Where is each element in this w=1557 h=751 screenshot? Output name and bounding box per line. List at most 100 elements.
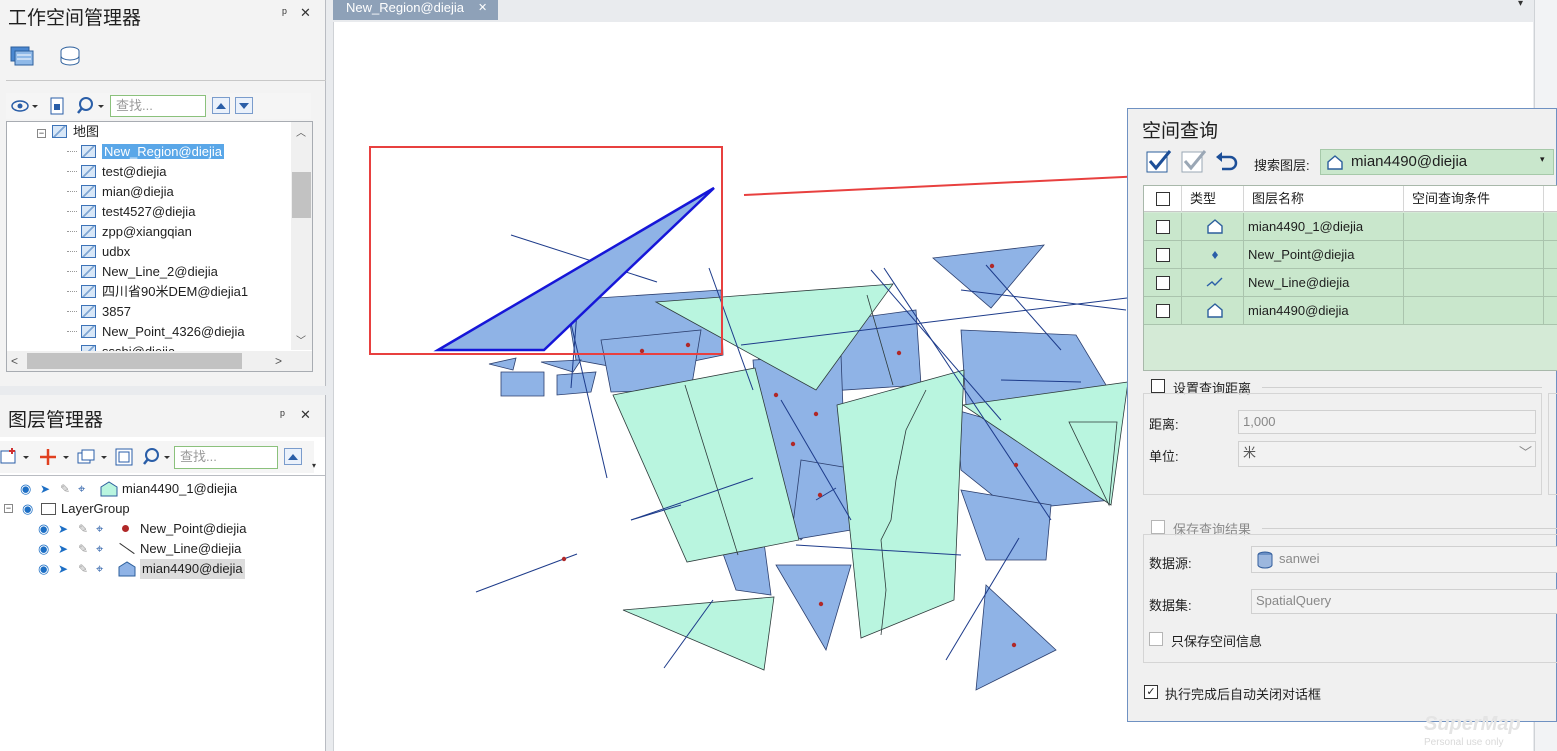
tree-vertical-scrollbar[interactable]: ︿ ﹀ — [291, 122, 312, 350]
collapse-icon[interactable]: − — [37, 129, 46, 138]
tab-new-region[interactable]: New_Region@diejia ✕ — [333, 0, 498, 20]
undo-icon[interactable] — [1214, 149, 1240, 173]
dataset-input[interactable]: SpatialQuery — [1251, 589, 1557, 614]
header-type[interactable]: 类型 — [1182, 186, 1244, 212]
scroll-left-icon[interactable]: < — [11, 354, 18, 368]
scroll-down-icon[interactable]: ﹀ — [296, 332, 306, 347]
grid-row[interactable]: New_Line@diejia — [1144, 269, 1557, 297]
row-checkbox[interactable] — [1156, 276, 1170, 290]
workspace-search-input[interactable]: 查找... — [110, 95, 206, 117]
tree-item[interactable]: 3857 — [67, 302, 131, 322]
unit-select[interactable]: 米 ﹀ — [1238, 441, 1536, 467]
grid-row[interactable]: New_Point@diejia — [1144, 241, 1557, 269]
selectable-cursor-icon[interactable]: ➤ — [58, 559, 68, 579]
tree-item[interactable]: udbx — [67, 242, 130, 262]
layer-row[interactable]: ◉ ➤ ✎ ⌖ New_Line@diejia — [0, 539, 325, 559]
tree-item[interactable]: mian@diejia — [67, 182, 174, 202]
distance-checkbox[interactable] — [1151, 379, 1165, 393]
row-condition[interactable] — [1404, 213, 1544, 241]
search-up-icon[interactable] — [284, 448, 302, 465]
search-up-icon[interactable] — [212, 97, 230, 114]
open-workspace-icon[interactable] — [46, 95, 68, 117]
search-down-icon[interactable] — [235, 97, 253, 114]
watermark-sub: Personal use only — [1424, 737, 1504, 748]
spatial-only-checkbox[interactable] — [1149, 632, 1163, 646]
pin-icon[interactable]: ᵖ — [282, 5, 287, 20]
close-icon[interactable]: ✕ — [300, 407, 311, 423]
distance-input[interactable]: 1,000 — [1238, 410, 1536, 434]
overflow-icon[interactable]: ▾ — [310, 461, 318, 470]
tree-item[interactable]: New_Region@diejia — [67, 142, 224, 162]
invert-select-icon[interactable] — [1181, 149, 1207, 173]
grid-layer-icon[interactable] — [114, 446, 134, 468]
editable-pencil-icon[interactable]: ✎ — [60, 479, 70, 499]
snap-icon[interactable]: ⌖ — [96, 559, 103, 579]
scroll-right-icon[interactable]: > — [275, 354, 282, 368]
row-condition[interactable] — [1404, 269, 1544, 297]
grid-row[interactable]: mian4490@diejia — [1144, 297, 1557, 325]
tree-item[interactable]: test4527@diejia — [67, 202, 195, 222]
tree-item[interactable]: test@diejia — [67, 162, 167, 182]
map-region — [932, 244, 1045, 309]
visible-eye-icon[interactable]: ◉ — [38, 519, 49, 539]
hscroll-thumb[interactable] — [27, 353, 242, 369]
header-condition[interactable]: 空间查询条件 — [1404, 186, 1544, 212]
pin-icon[interactable]: ᵖ — [280, 407, 285, 422]
layer-group-icon[interactable] — [76, 446, 110, 468]
selectable-cursor-icon[interactable]: ➤ — [58, 519, 68, 539]
selectable-cursor-icon[interactable]: ➤ — [40, 479, 50, 499]
add-layer-icon[interactable] — [38, 446, 72, 468]
snap-icon[interactable]: ⌖ — [96, 539, 103, 559]
visible-eye-icon[interactable]: ◉ — [38, 539, 49, 559]
tree-item[interactable]: zpp@xiangqian — [67, 222, 192, 242]
tab-dropdown-icon[interactable]: ▾ — [1518, 0, 1523, 9]
header-extra[interactable] — [1544, 186, 1557, 212]
layer-row[interactable]: ◉ ➤ ✎ ⌖ New_Point@diejia — [0, 519, 325, 539]
search-icon[interactable] — [76, 95, 106, 117]
select-all-icon[interactable] — [1146, 149, 1172, 173]
row-checkbox[interactable] — [1156, 248, 1170, 262]
layer-search-input[interactable]: 查找... — [174, 446, 278, 469]
scroll-up-icon[interactable]: ︿ — [296, 124, 306, 139]
auto-close-checkbox[interactable]: ✓ — [1144, 685, 1158, 699]
visible-eye-icon[interactable]: ◉ — [22, 499, 33, 519]
close-icon[interactable]: ✕ — [300, 5, 311, 21]
tree-root-map[interactable]: − 地图 — [37, 122, 99, 142]
row-checkbox[interactable] — [1156, 220, 1170, 234]
header-layer-name[interactable]: 图层名称 — [1244, 186, 1404, 212]
selectable-cursor-icon[interactable]: ➤ — [58, 539, 68, 559]
layer-row[interactable]: ◉ ➤ ✎ ⌖ mian4490@diejia — [0, 559, 325, 579]
datasource-select[interactable]: sanwei — [1251, 546, 1557, 573]
map-region — [975, 584, 1057, 691]
tree-horizontal-scrollbar[interactable]: < > — [7, 351, 312, 371]
snap-icon[interactable]: ⌖ — [78, 479, 85, 499]
layer-row[interactable]: − ◉ LayerGroup — [0, 499, 325, 519]
collapse-icon[interactable]: − — [4, 504, 13, 513]
layer-row[interactable]: ◉ ➤ ✎ ⌖ mian4490_1@diejia — [0, 479, 325, 499]
grid-row[interactable]: mian4490_1@diejia — [1144, 213, 1557, 241]
header-checkbox[interactable] — [1156, 192, 1170, 206]
new-layer-icon[interactable] — [0, 446, 32, 468]
tree-item[interactable]: New_Point_4326@diejia — [67, 322, 245, 342]
save-result-checkbox[interactable] — [1151, 520, 1165, 534]
row-checkbox[interactable] — [1156, 304, 1170, 318]
workspace-tab-icon[interactable] — [9, 44, 35, 68]
editable-pencil-icon[interactable]: ✎ — [78, 519, 88, 539]
editable-pencil-icon[interactable]: ✎ — [78, 559, 88, 579]
editable-pencil-icon[interactable]: ✎ — [78, 539, 88, 559]
tab-close-icon[interactable]: ✕ — [478, 0, 487, 16]
search-layer-select[interactable]: mian4490@diejia ▾ — [1320, 149, 1554, 175]
visible-eye-icon[interactable]: ◉ — [20, 479, 31, 499]
tree-item[interactable]: New_Line_2@diejia — [67, 262, 218, 282]
row-condition[interactable] — [1404, 297, 1544, 325]
view-icon[interactable] — [8, 95, 38, 117]
scroll-thumb[interactable] — [292, 172, 311, 218]
tree-item[interactable]: 四川省90米DEM@diejia1 — [67, 282, 248, 302]
chevron-down-icon[interactable]: ▾ — [1540, 154, 1545, 165]
row-condition[interactable] — [1404, 241, 1544, 269]
visible-eye-icon[interactable]: ◉ — [38, 559, 49, 579]
resources-tab-icon[interactable] — [57, 44, 83, 68]
search-icon[interactable] — [142, 446, 172, 468]
chevron-down-icon[interactable]: ﹀ — [1519, 442, 1532, 464]
snap-icon[interactable]: ⌖ — [96, 519, 103, 539]
